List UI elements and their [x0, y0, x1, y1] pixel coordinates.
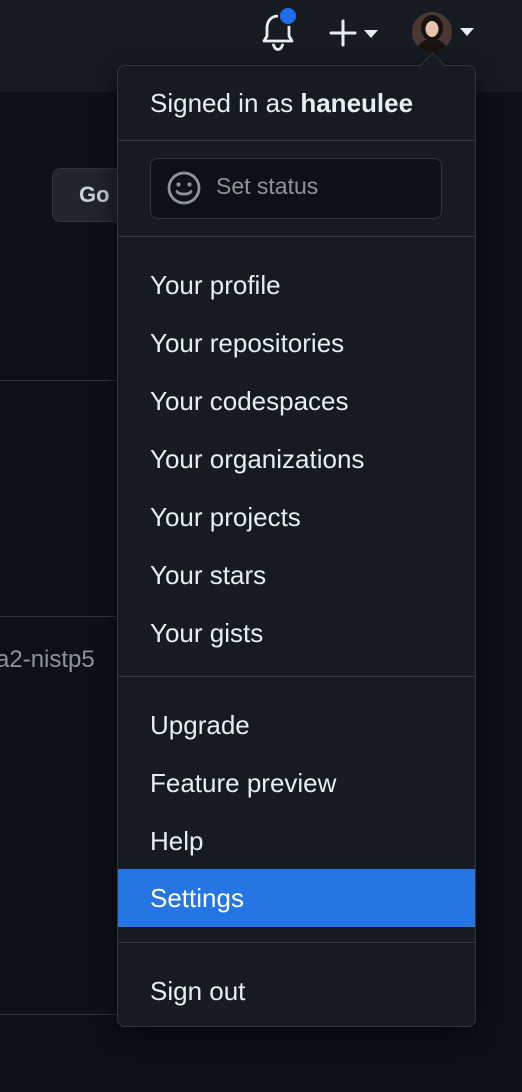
menu-item-your-projects[interactable]: Your projects — [118, 488, 475, 546]
menu-item-your-organizations[interactable]: Your organizations — [118, 430, 475, 488]
menu-item-your-stars[interactable]: Your stars — [118, 546, 475, 604]
menu-item-your-profile[interactable]: Your profile — [118, 256, 475, 314]
menu-item-sign-out[interactable]: Sign out — [118, 962, 475, 1020]
menu-item-feature-preview[interactable]: Feature preview — [118, 754, 475, 812]
menu-divider — [118, 236, 475, 237]
divider — [0, 380, 130, 381]
menu-item-your-codespaces[interactable]: Your codespaces — [118, 372, 475, 430]
chevron-down-icon — [364, 30, 378, 38]
menu-item-your-gists[interactable]: Your gists — [118, 604, 475, 662]
signed-in-prefix: Signed in as — [150, 88, 294, 118]
avatar[interactable] — [412, 12, 452, 52]
create-new-button[interactable] — [326, 16, 382, 50]
chevron-down-icon[interactable] — [460, 28, 474, 36]
menu-item-help[interactable]: Help — [118, 812, 475, 870]
menu-divider — [118, 140, 475, 141]
divider — [0, 616, 130, 617]
menu-item-upgrade[interactable]: Upgrade — [118, 696, 475, 754]
set-status-label: Set status — [216, 173, 319, 199]
divider — [0, 1014, 130, 1015]
signed-in-label: Signed in as haneulee — [150, 88, 413, 119]
notification-indicator — [278, 6, 298, 26]
avatar-image — [412, 12, 452, 52]
menu-divider — [118, 942, 475, 943]
smiley-icon — [167, 171, 201, 205]
username: haneulee — [300, 88, 414, 118]
plus-icon — [329, 19, 357, 47]
menu-item-your-repositories[interactable]: Your repositories — [118, 314, 475, 372]
menu-divider — [118, 676, 475, 677]
menu-item-settings[interactable]: Settings — [118, 869, 475, 927]
background-text: a2-nistp5 — [0, 646, 95, 673]
